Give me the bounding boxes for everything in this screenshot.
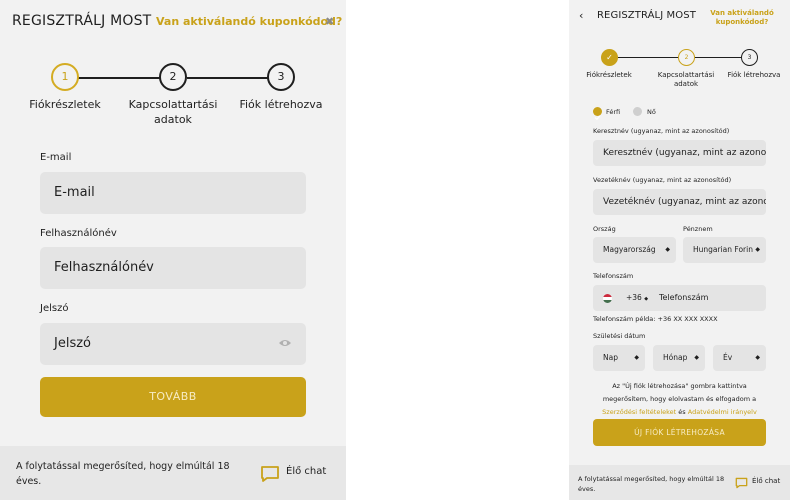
registration-panel-step1: REGISZTRÁLJ MOST Van aktiválandó kuponkó… <box>0 0 346 500</box>
select-arrows-icon: ◆ <box>755 354 760 361</box>
coupon-link-line2: kuponkódod? <box>715 18 769 26</box>
close-icon[interactable]: ✖ <box>325 15 334 28</box>
coupon-link-line1: Van aktiválandó <box>710 9 774 17</box>
page-title: REGISZTRÁLJ MOST <box>12 13 152 29</box>
eye-icon[interactable] <box>278 338 292 348</box>
step-1-circle: 1 <box>51 63 79 91</box>
phone-field[interactable]: +36 ◆ Telefonszám <box>593 285 766 311</box>
select-arrows-icon: ◆ <box>644 296 649 302</box>
username-label: Felhasználónév <box>40 228 117 239</box>
age-confirmation-text: A folytatással megerősíted, hogy elmúltá… <box>578 475 725 493</box>
currency-label: Pénznem <box>683 225 713 233</box>
birthdate-label: Születési dátum <box>593 332 646 340</box>
password-placeholder: Jelszó <box>54 336 91 351</box>
step-connector <box>187 77 269 79</box>
chat-icon[interactable] <box>260 465 280 483</box>
step-1-check-icon: ✓ <box>601 49 618 66</box>
step-2-circle: 2 <box>678 49 695 66</box>
currency-select[interactable]: Hungarian Forint ◆ <box>683 237 766 263</box>
step-3-circle: 3 <box>267 63 295 91</box>
country-value: Magyarország <box>603 245 656 254</box>
phone-prefix: +36 <box>626 293 642 302</box>
step-3-label: Fiók létrehozva <box>727 71 781 79</box>
select-arrows-icon: ◆ <box>634 354 639 361</box>
birth-year-select[interactable]: Év ◆ <box>713 345 766 371</box>
password-label: Jelszó <box>40 303 69 314</box>
first-name-field[interactable]: Keresztnév (ugyanaz, mint az azonosítód) <box>593 140 766 166</box>
stepper: 1 2 3 Fiókrészletek Kapcsolattartási ada… <box>0 60 346 135</box>
birth-month-select[interactable]: Hónap ◆ <box>653 345 705 371</box>
step-1-label: Fiókrészletek <box>586 71 632 79</box>
country-label: Ország <box>593 225 616 233</box>
step-2-label-line1: Kapcsolattartási <box>657 71 715 79</box>
step-3-circle: 3 <box>741 49 758 66</box>
last-name-label: Vezetéknév (ugyanaz, mint az azonosítód) <box>593 176 732 184</box>
consent-text: Az "Új fiók létrehozása" gombra kattintv… <box>593 380 766 419</box>
terms-link[interactable]: Szerződési feltételeket <box>602 408 676 416</box>
select-arrows-icon: ◆ <box>694 354 699 361</box>
privacy-link[interactable]: Adatvédelmi irányelv <box>688 408 757 416</box>
step-2-label-line2: adatok <box>154 113 192 126</box>
currency-value: Hungarian Forint <box>693 245 756 254</box>
first-name-label: Keresztnév (ugyanaz, mint az azonosítód) <box>593 127 730 135</box>
header: REGISZTRÁLJ MOST Van aktiválandó kuponkó… <box>0 0 346 46</box>
gender-female-label: Nő <box>647 108 656 116</box>
phone-example: Telefonszám példa: +36 XX XXX XXXX <box>593 315 718 323</box>
birth-day-value: Nap <box>603 353 618 362</box>
coupon-link[interactable]: Van aktiválandó kuponkódod? <box>709 9 775 27</box>
phone-label: Telefonszám <box>593 272 634 280</box>
select-arrows-icon: ◆ <box>665 246 670 253</box>
next-button[interactable]: TOVÁBB <box>40 377 306 417</box>
create-account-button[interactable]: ÚJ FIÓK LÉTREHOZÁSA <box>593 419 766 446</box>
check-icon <box>594 115 601 121</box>
consent-line2: megerősítem, hogy elolvastam és elfogado… <box>602 395 757 403</box>
phone-input[interactable]: Telefonszám <box>659 285 708 311</box>
registration-panel-step2: ‹ REGISZTRÁLJ MOST Van aktiválandó kupon… <box>569 0 790 500</box>
country-select[interactable]: Magyarország ◆ <box>593 237 676 263</box>
step-2-circle: 2 <box>159 63 187 91</box>
select-arrows-icon: ◆ <box>753 237 760 263</box>
consent-line1: Az "Új fiók létrehozása" gombra kattintv… <box>612 382 747 390</box>
email-field[interactable]: E-mail <box>40 172 306 214</box>
coupon-link[interactable]: Van aktiválandó kuponkódod? <box>156 15 342 28</box>
gender-male-label: Férfi <box>606 108 621 116</box>
chevron-left-icon[interactable]: ‹ <box>579 9 583 22</box>
step-2-label-line1: Kapcsolattartási <box>128 98 218 111</box>
age-confirmation-text: A folytatással megerősíted, hogy elmúltá… <box>16 461 230 487</box>
step-connector <box>695 57 742 58</box>
gender-male-radio[interactable] <box>593 107 602 121</box>
step-connector <box>78 77 161 79</box>
gender-female-radio[interactable] <box>633 107 642 116</box>
step-3-label: Fiók létrehozva <box>239 98 323 111</box>
consent-and: és <box>678 408 686 416</box>
last-name-field[interactable]: Vezetéknév (ugyanaz, mint az azonosítód) <box>593 189 766 215</box>
step-1-label: Fiókrészletek <box>29 98 101 111</box>
live-chat-label[interactable]: Élő chat <box>752 477 780 485</box>
birth-year-value: Év <box>723 353 733 362</box>
username-field[interactable]: Felhasználónév <box>40 247 306 289</box>
chat-icon[interactable] <box>735 477 748 489</box>
step-connector <box>618 57 680 58</box>
footer: A folytatással megerősíted, hogy elmúltá… <box>569 465 790 500</box>
email-label: E-mail <box>40 152 72 163</box>
step-2-label: Kapcsolattartási adatok <box>649 71 723 89</box>
live-chat-label[interactable]: Élő chat <box>286 466 326 477</box>
step-2-label-line2: adatok <box>673 80 699 88</box>
birth-day-select[interactable]: Nap ◆ <box>593 345 645 371</box>
step-2-label: Kapcsolattartási adatok <box>118 97 228 127</box>
password-field[interactable]: Jelszó <box>40 323 306 365</box>
footer: A folytatással megerősíted, hogy elmúltá… <box>0 446 346 500</box>
birth-month-value: Hónap <box>663 353 688 362</box>
hungary-flag-icon <box>603 294 612 303</box>
phone-prefix-select[interactable]: +36 ◆ <box>626 285 648 311</box>
page-title: REGISZTRÁLJ MOST <box>597 10 696 21</box>
